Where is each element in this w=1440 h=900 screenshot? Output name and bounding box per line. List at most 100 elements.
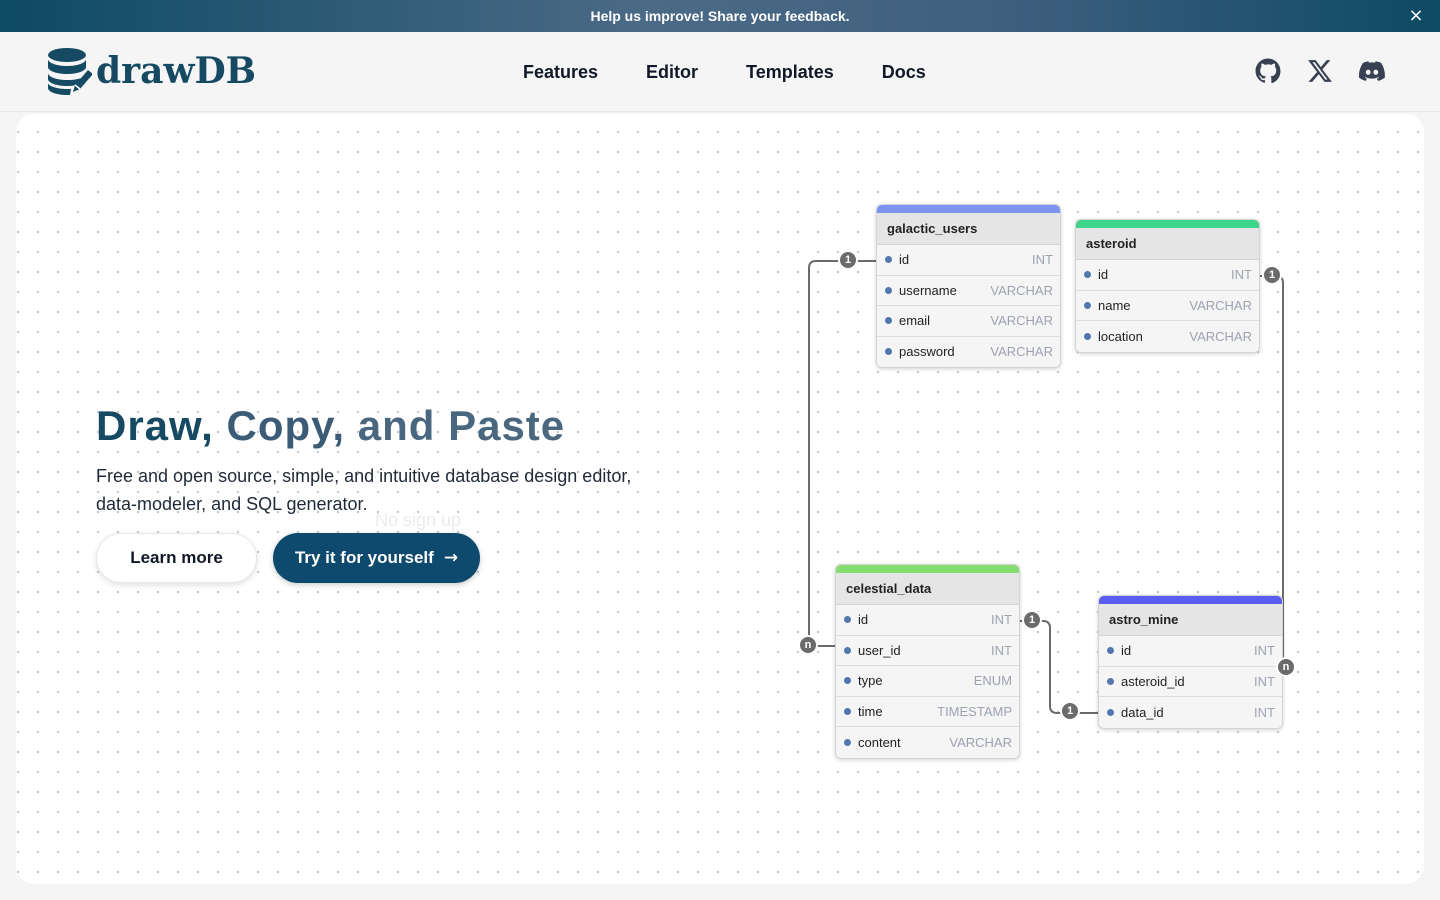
field-name: type	[858, 673, 883, 689]
top-navbar: drawDB Features Editor Templates Docs	[0, 32, 1440, 112]
field-name: data_id	[1121, 704, 1164, 720]
field-dot-icon	[1107, 647, 1114, 655]
try-it-label: Try it for yourself	[294, 548, 434, 567]
nav-links: Features Editor Templates Docs	[523, 62, 974, 83]
table-field[interactable]: email VARCHAR	[877, 306, 1060, 337]
field-name: user_id	[858, 642, 901, 658]
table-header[interactable]: asteroid	[1076, 228, 1259, 260]
field-type: INT	[1254, 704, 1275, 720]
discord-icon[interactable]	[1359, 58, 1385, 84]
field-dot-icon	[844, 616, 851, 624]
cardinality-badge: 1	[1060, 701, 1080, 721]
table-field[interactable]: content VARCHAR	[836, 727, 1019, 758]
field-type: VARCHAR	[990, 282, 1053, 298]
nav-link-editor[interactable]: Editor	[646, 62, 698, 83]
field-dot-icon	[885, 317, 892, 325]
cardinality-badge: n	[1276, 657, 1296, 677]
table-field[interactable]: password VARCHAR	[877, 336, 1060, 367]
field-dot-icon	[1107, 677, 1114, 685]
field-name: time	[858, 703, 883, 719]
field-dot-icon	[885, 256, 892, 264]
database-pen-icon	[48, 48, 92, 95]
field-type: VARCHAR	[1189, 328, 1252, 344]
hero-title-word-3: and Paste	[357, 402, 566, 449]
learn-more-button[interactable]: Learn more	[96, 533, 257, 583]
table-color-bar	[836, 565, 1019, 573]
field-name: email	[899, 313, 931, 329]
field-type: VARCHAR	[990, 344, 1053, 360]
hero-card: Draw, Copy, and Paste Free and open sour…	[16, 114, 1424, 884]
db-table-celestial-data[interactable]: celestial_data id INT user_id INT type ENUM…	[835, 564, 1020, 759]
brand-logo[interactable]: drawDB	[46, 47, 256, 95]
feedback-banner-text[interactable]: Help us improve! Share your feedback.	[590, 8, 849, 24]
table-field[interactable]: asteroid_id INT	[1099, 666, 1282, 697]
table-field[interactable]: user_id INT	[836, 635, 1019, 666]
close-icon[interactable]: ×	[1406, 6, 1426, 26]
field-type: INT	[1231, 267, 1252, 283]
table-color-bar	[1076, 220, 1259, 228]
nav-link-features[interactable]: Features	[523, 62, 598, 83]
hero-faded-hint: No sign up	[375, 510, 462, 530]
field-dot-icon	[1107, 708, 1114, 716]
field-dot-icon	[844, 707, 851, 715]
cardinality-badge: 1	[1022, 610, 1042, 630]
table-color-bar	[1099, 596, 1282, 604]
field-type: INT	[1254, 643, 1275, 659]
feedback-banner[interactable]: Help us improve! Share your feedback. ×	[0, 0, 1440, 32]
field-name: password	[899, 344, 955, 360]
table-field[interactable]: id INT	[877, 245, 1060, 276]
table-field[interactable]: name VARCHAR	[1076, 290, 1259, 321]
field-type: ENUM	[973, 673, 1012, 689]
table-field[interactable]: id INT	[1099, 636, 1282, 667]
field-dot-icon	[1084, 332, 1091, 340]
field-name: id	[1121, 643, 1132, 659]
hero-title: Draw, Copy, and Paste	[96, 402, 565, 450]
table-header[interactable]: celestial_data	[836, 573, 1019, 605]
field-dot-icon	[1084, 271, 1091, 279]
field-name: name	[1098, 297, 1131, 313]
nav-link-docs[interactable]: Docs	[882, 62, 926, 83]
field-name: asteroid_id	[1121, 673, 1185, 689]
brand-name: drawDB	[96, 50, 257, 92]
arrow-right-icon: →	[443, 548, 459, 568]
field-type: INT	[1032, 252, 1053, 268]
x-twitter-icon[interactable]	[1307, 58, 1333, 84]
field-name: location	[1098, 328, 1143, 344]
field-name: id	[899, 252, 910, 268]
table-header[interactable]: galactic_users	[877, 213, 1060, 245]
cardinality-badge: n	[798, 635, 818, 655]
field-name: id	[1098, 267, 1109, 283]
table-color-bar	[877, 205, 1060, 213]
db-table-asteroid[interactable]: asteroid id INT name VARCHAR location VARCH…	[1075, 219, 1260, 353]
field-type: VARCHAR	[949, 734, 1012, 750]
field-type: INT	[991, 642, 1012, 658]
field-name: content	[858, 734, 901, 750]
field-name: id	[858, 612, 869, 628]
table-field[interactable]: id INT	[836, 605, 1019, 636]
field-type: INT	[991, 612, 1012, 628]
try-it-button[interactable]: Try it for yourself →	[273, 533, 480, 583]
field-dot-icon	[1084, 301, 1091, 309]
relationship-line-data-mine	[1020, 620, 1098, 714]
hero-title-word-1: Draw,	[96, 402, 214, 449]
nav-link-templates[interactable]: Templates	[746, 62, 834, 83]
table-header[interactable]: astro_mine	[1099, 604, 1282, 636]
field-dot-icon	[885, 286, 892, 294]
field-dot-icon	[844, 677, 851, 685]
field-type: VARCHAR	[990, 313, 1053, 329]
field-dot-icon	[885, 348, 892, 356]
field-type: TIMESTAMP	[937, 703, 1012, 719]
field-dot-icon	[844, 646, 851, 654]
hero-title-word-2: Copy,	[226, 402, 346, 449]
db-table-galactic-users[interactable]: galactic_users id INT username VARCHAR ema…	[876, 204, 1061, 368]
field-dot-icon	[844, 738, 851, 746]
table-field[interactable]: type ENUM	[836, 666, 1019, 697]
table-field[interactable]: time TIMESTAMP	[836, 696, 1019, 727]
github-icon[interactable]	[1255, 58, 1281, 84]
table-field[interactable]: username VARCHAR	[877, 275, 1060, 306]
table-field[interactable]: data_id INT	[1099, 697, 1282, 728]
table-field[interactable]: id INT	[1076, 260, 1259, 291]
db-table-astro-mine[interactable]: astro_mine id INT asteroid_id INT data_id I…	[1098, 595, 1283, 729]
field-type: INT	[1254, 673, 1275, 689]
table-field[interactable]: location VARCHAR	[1076, 321, 1259, 352]
